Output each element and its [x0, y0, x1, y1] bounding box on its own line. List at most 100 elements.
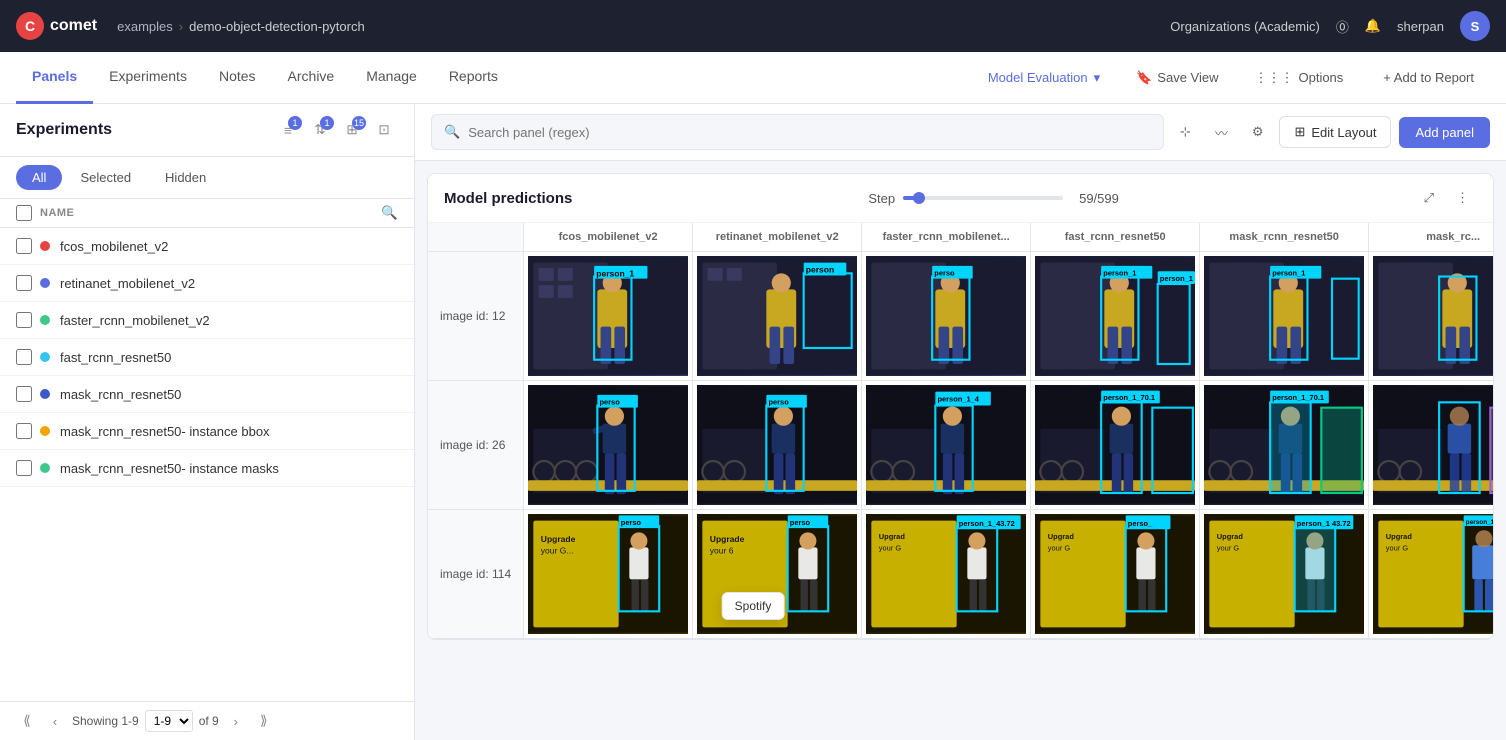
- expand-panel-button[interactable]: ⤢: [1416, 186, 1442, 210]
- zoom-icon-button[interactable]: ⊹: [1172, 120, 1199, 144]
- img-cell-r1-c3[interactable]: perso: [862, 252, 1031, 381]
- exp-label-7: mask_rcnn_resnet50- instance masks: [60, 461, 279, 476]
- img-cell-r1-c4[interactable]: person_1 person_1: [1031, 252, 1200, 381]
- exp-checkbox-4[interactable]: [16, 349, 32, 365]
- filter-hidden[interactable]: Hidden: [149, 165, 222, 190]
- showing-text: Showing 1-9: [72, 714, 139, 728]
- experiment-item-3[interactable]: faster_rcnn_mobilenet_v2: [0, 302, 414, 339]
- panel-search-input[interactable]: [468, 125, 1151, 140]
- sidebar-toolbar: ≡ 1 ⇅ 1 ⊞ 15 ⊡: [274, 116, 398, 144]
- wave-icon-button[interactable]: 〰: [1207, 119, 1236, 146]
- img-cell-r1-c2[interactable]: person: [693, 252, 862, 381]
- bookmark-icon: 🔖: [1136, 70, 1152, 86]
- experiment-item-4[interactable]: fast_rcnn_resnet50: [0, 339, 414, 376]
- main-layout: Experiments ≡ 1 ⇅ 1 ⊞ 15 ⊡: [0, 104, 1506, 740]
- panel-more-button[interactable]: ⋮: [1448, 186, 1477, 210]
- img-cell-r2-c6[interactable]: [1369, 381, 1493, 510]
- logo-text: comet: [50, 17, 97, 35]
- img-bg-r2-mask2: [1373, 385, 1493, 505]
- exp-checkbox-7[interactable]: [16, 460, 32, 476]
- avatar[interactable]: S: [1460, 11, 1490, 41]
- experiment-item-1[interactable]: fcos_mobilenet_v2: [0, 228, 414, 265]
- breadcrumb-project[interactable]: demo-object-detection-pytorch: [189, 19, 365, 34]
- svg-text:Upgrade: Upgrade: [541, 534, 576, 544]
- img-cell-r2-c2[interactable]: perso: [693, 381, 862, 510]
- add-panel-button[interactable]: Add panel: [1399, 117, 1490, 148]
- exp-checkbox-2[interactable]: [16, 275, 32, 291]
- img-cell-r1-c6[interactable]: [1369, 252, 1493, 381]
- svg-text:person_1: person_1: [1272, 268, 1305, 277]
- img-cell-r1-c1[interactable]: person_1: [524, 252, 693, 381]
- img-cell-r2-c4[interactable]: person_1_70.1: [1031, 381, 1200, 510]
- experiment-item-7[interactable]: mask_rcnn_resnet50- instance masks: [0, 450, 414, 487]
- img-cell-r3-c4[interactable]: Upgrad your G: [1031, 510, 1200, 639]
- filter-selected[interactable]: Selected: [64, 165, 147, 190]
- page-size-select[interactable]: 1-9: [145, 710, 193, 732]
- help-icon[interactable]: ⓪: [1336, 17, 1349, 36]
- img-bg-r3-fast: Upgrad your G: [1035, 514, 1195, 634]
- tab-experiments[interactable]: Experiments: [93, 52, 203, 104]
- add-to-report-button[interactable]: + Add to Report: [1367, 62, 1490, 93]
- tab-reports[interactable]: Reports: [433, 52, 514, 104]
- edit-layout-button[interactable]: ⊞ Edit Layout: [1279, 116, 1391, 148]
- next-page-button[interactable]: ›: [225, 710, 247, 732]
- tab-panels[interactable]: Panels: [16, 52, 93, 104]
- svg-text:Upgrade: Upgrade: [710, 534, 745, 544]
- model-predictions-panel: Model predictions Step 59/599 ⤢: [427, 173, 1494, 640]
- exp-checkbox-6[interactable]: [16, 423, 32, 439]
- exp-color-1: [40, 241, 50, 251]
- experiment-item-2[interactable]: retinanet_mobilenet_v2: [0, 265, 414, 302]
- experiment-item-5[interactable]: mask_rcnn_resnet50: [0, 376, 414, 413]
- prev-page-button[interactable]: ‹: [44, 710, 66, 732]
- logo-icon: C: [16, 12, 44, 40]
- step-slider[interactable]: [903, 196, 1063, 200]
- columns-button[interactable]: ⊞ 15: [338, 116, 366, 144]
- top-navigation: C comet examples › demo-object-detection…: [0, 0, 1506, 52]
- tab-archive[interactable]: Archive: [272, 52, 351, 104]
- exp-checkbox-5[interactable]: [16, 386, 32, 402]
- img-cell-r3-c5[interactable]: Upgrad your G: [1200, 510, 1369, 639]
- sort-button[interactable]: ⇅ 1: [306, 116, 334, 144]
- experiment-search-button[interactable]: 🔍: [381, 205, 398, 221]
- img-r1-fcos: person_1: [528, 256, 688, 376]
- experiment-item-6[interactable]: mask_rcnn_resnet50- instance bbox: [0, 413, 414, 450]
- exp-color-2: [40, 278, 50, 288]
- notification-icon[interactable]: 🔔: [1365, 18, 1381, 34]
- svg-text:person_1: person_1: [1466, 519, 1493, 526]
- row-label-3: image id: 114: [428, 510, 524, 639]
- logo[interactable]: C comet: [16, 12, 97, 40]
- img-cell-r2-c5[interactable]: person_1_70.1: [1200, 381, 1369, 510]
- pagination: ⟪ ‹ Showing 1-9 1-9 of 9 › ⟫: [0, 701, 414, 740]
- options-button[interactable]: ⋮⋮⋮ Options: [1242, 64, 1355, 92]
- org-label[interactable]: Organizations (Academic): [1170, 19, 1320, 34]
- img-cell-r3-c1[interactable]: Upgrade your G...: [524, 510, 693, 639]
- exp-checkbox-3[interactable]: [16, 312, 32, 328]
- last-page-button[interactable]: ⟫: [253, 710, 275, 732]
- img-r1-retina: person: [697, 256, 857, 376]
- svg-text:person_1_43.72: person_1_43.72: [959, 519, 1015, 528]
- img-bg-r1-faster: perso: [866, 256, 1026, 376]
- filter-all[interactable]: All: [16, 165, 62, 190]
- svg-text:person: person: [806, 264, 834, 274]
- grid-view-button[interactable]: ⊡: [370, 116, 398, 144]
- img-cell-r1-c5[interactable]: person_1: [1200, 252, 1369, 381]
- img-cell-r3-c3[interactable]: Upgrad your G: [862, 510, 1031, 639]
- select-all-checkbox[interactable]: [16, 205, 32, 221]
- img-cell-r3-c6[interactable]: Upgrad your G: [1369, 510, 1493, 639]
- svg-text:perso: perso: [769, 397, 790, 406]
- img-r2-mask2: [1373, 385, 1493, 505]
- model-eval-button[interactable]: Model Evaluation ▾: [976, 64, 1112, 92]
- tab-notes[interactable]: Notes: [203, 52, 272, 104]
- img-cell-r2-c3[interactable]: person_1_4: [862, 381, 1031, 510]
- save-view-button[interactable]: 🔖 Save View: [1124, 64, 1230, 92]
- tab-manage[interactable]: Manage: [350, 52, 433, 104]
- exp-color-4: [40, 352, 50, 362]
- filter-button[interactable]: ≡ 1: [274, 116, 302, 144]
- search-input-wrapper[interactable]: 🔍: [431, 114, 1164, 150]
- breadcrumb-examples[interactable]: examples: [117, 19, 173, 34]
- first-page-button[interactable]: ⟪: [16, 710, 38, 732]
- img-cell-r2-c1[interactable]: perso: [524, 381, 693, 510]
- settings-icon-button[interactable]: ⚙: [1244, 120, 1272, 144]
- username: sherpan: [1397, 19, 1444, 34]
- exp-checkbox-1[interactable]: [16, 238, 32, 254]
